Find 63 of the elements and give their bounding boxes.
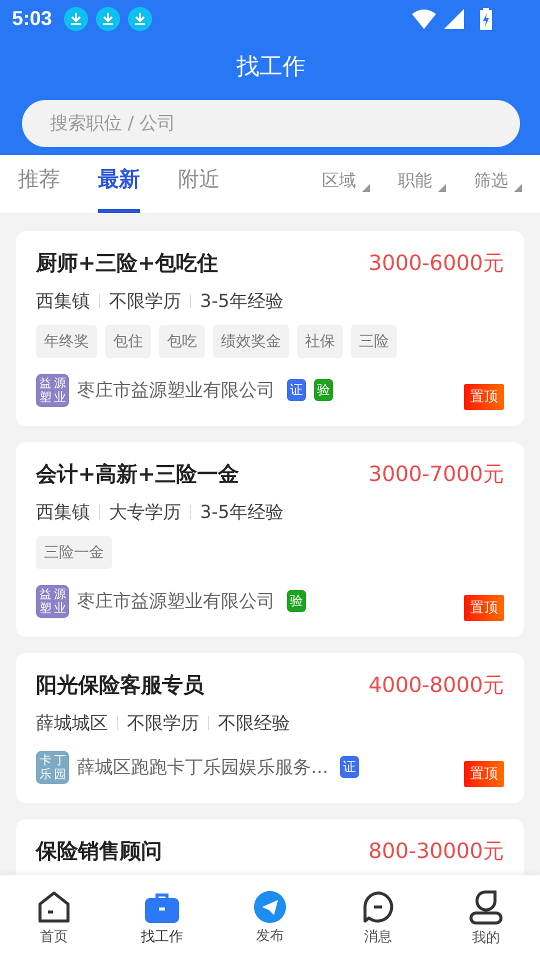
signal-icon xyxy=(444,9,464,29)
job-card[interactable]: 阳光保险客服专员 4000-8000元 薛城城区 不限学历 不限经验 卡丁乐园 薛城区跑跑卡丁乐园娱乐服务... 证 置顶 xyxy=(16,653,524,803)
job-requirement: 大专学历 xyxy=(109,501,181,524)
verification-badge: 验 xyxy=(287,590,306,612)
download-icon xyxy=(128,7,152,31)
verification-badge: 证 xyxy=(287,379,306,401)
chat-bubble-icon xyxy=(361,890,395,924)
job-requirement: 西集镇 xyxy=(36,290,90,313)
tab[interactable]: 最新 xyxy=(98,155,140,213)
benefit-tag: 三险 xyxy=(351,325,397,358)
job-card[interactable]: 厨师+三险+包吃住 3000-6000元 西集镇 不限学历 3-5年经验 年终奖 包住 包吃 绩效奖金 社保 三险 益源塑业 枣庄市益源塑业有限公司 证 验 置顶 xyxy=(16,231,524,426)
nav-tab[interactable]: 首页 xyxy=(0,875,108,960)
pinned-badge: 置顶 xyxy=(464,761,504,787)
nav-tab[interactable]: 我的 xyxy=(432,875,540,960)
page-title: 找工作 xyxy=(236,53,306,82)
company-logo: 益源塑业 xyxy=(36,374,69,406)
job-requirement: 3-5年经验 xyxy=(200,290,284,313)
caret-icon xyxy=(438,184,446,192)
caret-icon xyxy=(362,184,370,192)
company-name: 枣庄市益源塑业有限公司 xyxy=(77,590,275,613)
nav-tab[interactable]: 消息 xyxy=(324,875,432,960)
caret-icon xyxy=(514,184,522,192)
job-requirement: 不限学历 xyxy=(109,290,181,313)
status-time: 5:03 xyxy=(12,8,52,30)
pinned-badge: 置顶 xyxy=(464,595,504,621)
job-card[interactable]: 保险销售顾问 800-30000元 xyxy=(16,819,524,875)
job-requirement: 西集镇 xyxy=(36,501,90,524)
paper-plane-icon xyxy=(254,890,286,922)
job-requirement: 不限学历 xyxy=(127,712,199,735)
job-title: 阳光保险客服专员 xyxy=(36,672,204,699)
download-icon xyxy=(64,7,88,31)
salary: 3000-7000元 xyxy=(368,461,504,488)
pinned-badge: 置顶 xyxy=(464,384,504,410)
home-icon xyxy=(37,890,71,924)
job-card[interactable]: 会计+高新+三险一金 3000-7000元 西集镇 大专学历 3-5年经验 三险一金 益源塑业 枣庄市益源塑业有限公司 验 置顶 xyxy=(16,442,524,637)
verification-badge: 验 xyxy=(314,379,333,401)
person-icon xyxy=(468,888,504,924)
benefit-tag: 包吃 xyxy=(159,325,205,358)
benefit-tag: 年终奖 xyxy=(36,325,97,358)
nav-tab[interactable]: 发布 xyxy=(216,875,324,960)
job-requirement: 3-5年经验 xyxy=(200,501,284,524)
salary: 3000-6000元 xyxy=(368,250,504,277)
job-requirement: 不限经验 xyxy=(218,712,290,735)
benefit-tag: 三险一金 xyxy=(36,536,112,569)
download-icon xyxy=(96,7,120,31)
company-name: 薛城区跑跑卡丁乐园娱乐服务... xyxy=(77,756,328,779)
job-title: 保险销售顾问 xyxy=(36,838,162,865)
benefit-tag: 包住 xyxy=(105,325,151,358)
search-field[interactable]: 搜索职位 / 公司 xyxy=(22,100,520,147)
company-logo: 益源塑业 xyxy=(36,584,69,618)
battery-icon xyxy=(480,8,492,30)
salary: 800-30000元 xyxy=(368,838,504,865)
wifi-icon xyxy=(412,9,436,29)
company-name: 枣庄市益源塑业有限公司 xyxy=(77,379,275,402)
job-requirement: 薛城城区 xyxy=(36,712,108,735)
benefit-tag: 绩效奖金 xyxy=(213,325,289,358)
verification-badge: 证 xyxy=(340,756,360,778)
benefit-tag: 社保 xyxy=(297,325,343,358)
salary: 4000-8000元 xyxy=(368,672,504,699)
nav-tab[interactable]: 找工作 xyxy=(108,875,216,960)
job-title: 厨师+三险+包吃住 xyxy=(36,250,218,277)
job-title: 会计+高新+三险一金 xyxy=(36,461,240,488)
company-logo: 卡丁乐园 xyxy=(36,750,69,784)
